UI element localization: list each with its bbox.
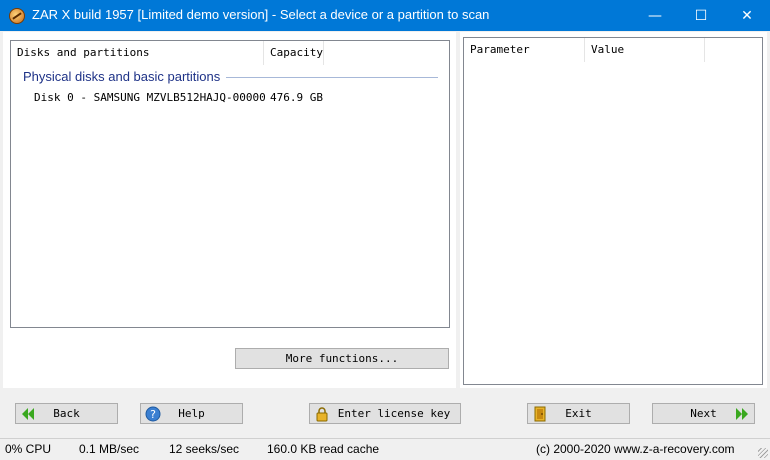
column-header-value[interactable]: Value: [585, 38, 705, 62]
next-arrow-icon: [736, 408, 748, 420]
column-header-disks[interactable]: Disks and partitions: [11, 41, 264, 65]
exit-label: Exit: [565, 407, 592, 420]
window-title: ZAR X build 1957 [Limited demo version] …: [32, 7, 490, 22]
status-throughput: 0.1 MB/sec: [79, 442, 140, 456]
disk-name: Disk 0 - SAMSUNG MZVLB512HAJQ-00000: [34, 91, 266, 104]
help-button[interactable]: ? Help: [140, 403, 243, 424]
license-label: Enter license key: [337, 407, 451, 420]
lock-icon: [316, 407, 328, 422]
details-list[interactable]: Parameter Value: [463, 37, 763, 385]
back-arrow-icon: [22, 408, 34, 420]
exit-door-icon: [534, 406, 546, 422]
column-header-capacity[interactable]: Capacity: [264, 41, 324, 65]
next-button[interactable]: Next: [652, 403, 755, 424]
svg-text:?: ?: [150, 408, 156, 421]
group-divider: [226, 77, 438, 78]
title-bar[interactable]: ZAR X build 1957 [Limited demo version] …: [0, 0, 770, 31]
help-label: Help: [178, 407, 205, 420]
app-icon: [9, 8, 25, 24]
back-label: Back: [53, 407, 80, 420]
disk-capacity: 476.9 GB: [270, 91, 323, 104]
status-bar: 0% CPU 0.1 MB/sec 12 seeks/sec 160.0 KB …: [0, 438, 770, 460]
status-seeks: 12 seeks/sec: [169, 442, 240, 456]
maximize-button[interactable]: ☐: [678, 0, 724, 31]
list-item-disk-0[interactable]: Disk 0 - SAMSUNG MZVLB512HAJQ-00000 476.…: [11, 89, 449, 107]
status-cache: 160.0 KB read cache: [267, 442, 380, 456]
resize-grip[interactable]: [758, 448, 768, 458]
status-copyright: (c) 2000-2020 www.z-a-recovery.com: [536, 442, 735, 456]
back-button[interactable]: Back: [15, 403, 118, 424]
close-button[interactable]: ✕: [724, 0, 770, 31]
status-cpu: 0% CPU: [5, 442, 52, 456]
group-label-physical-disks: Physical disks and basic partitions: [23, 69, 221, 84]
minimize-button[interactable]: —: [632, 0, 678, 31]
disk-list[interactable]: Disks and partitions Capacity Physical d…: [10, 40, 450, 328]
exit-button[interactable]: Exit: [527, 403, 630, 424]
more-functions-button[interactable]: More functions...: [235, 348, 449, 369]
help-icon: ?: [145, 406, 161, 422]
more-functions-label: More functions...: [285, 352, 399, 365]
column-header-parameter[interactable]: Parameter: [464, 38, 585, 62]
next-label: Next: [690, 407, 717, 420]
enter-license-key-button[interactable]: Enter license key: [309, 403, 461, 424]
